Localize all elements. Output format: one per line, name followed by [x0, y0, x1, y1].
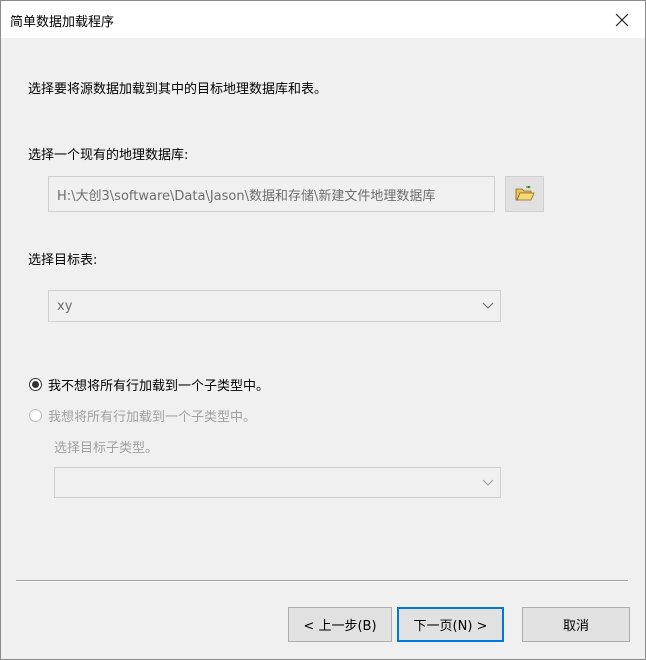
radio-selected-icon [29, 378, 42, 391]
radio-subtype: 我想将所有行加载到一个子类型中。 [29, 406, 256, 425]
close-icon [615, 13, 629, 26]
radio-no-subtype-label: 我不想将所有行加载到一个子类型中。 [48, 379, 270, 394]
target-subtype-label: 选择目标子类型。 [54, 441, 159, 456]
chevron-down-icon [476, 468, 500, 497]
chevron-down-icon [476, 291, 500, 321]
back-button[interactable]: < 上一步(B) [288, 607, 392, 642]
geodatabase-path-field[interactable]: H:\大创3\software\Data\Jason\数据和存储\新建文件地理数… [48, 176, 495, 212]
target-table-label: 选择目标表: [28, 253, 98, 268]
radio-no-subtype[interactable]: 我不想将所有行加载到一个子类型中。 [29, 375, 269, 394]
geodatabase-path-text: H:\大创3\software\Data\Jason\数据和存储\新建文件地理数… [57, 188, 436, 204]
title-bar: 简单数据加载程序 [1, 1, 645, 38]
target-table-select[interactable]: xy [48, 290, 501, 322]
instruction-text: 选择要将源数据加载到其中的目标地理数据库和表。 [28, 82, 328, 97]
target-table-value: xy [57, 298, 73, 314]
dialog-title: 简单数据加载程序 [10, 15, 115, 30]
next-button[interactable]: 下一页(N) > [397, 607, 504, 642]
target-subtype-select [54, 467, 501, 498]
data-loader-dialog: 简单数据加载程序 选择要将源数据加载到其中的目标地理数据库和表。 选择一个现有的… [0, 0, 646, 660]
radio-subtype-label: 我想将所有行加载到一个子类型中。 [48, 410, 257, 425]
folder-open-icon [515, 186, 535, 201]
radio-unselected-icon [29, 409, 42, 422]
browse-geodatabase-button[interactable] [505, 176, 544, 212]
separator [16, 580, 628, 582]
cancel-button[interactable]: 取消 [522, 607, 630, 642]
geodatabase-label: 选择一个现有的地理数据库: [28, 148, 189, 163]
close-button[interactable] [599, 1, 645, 38]
